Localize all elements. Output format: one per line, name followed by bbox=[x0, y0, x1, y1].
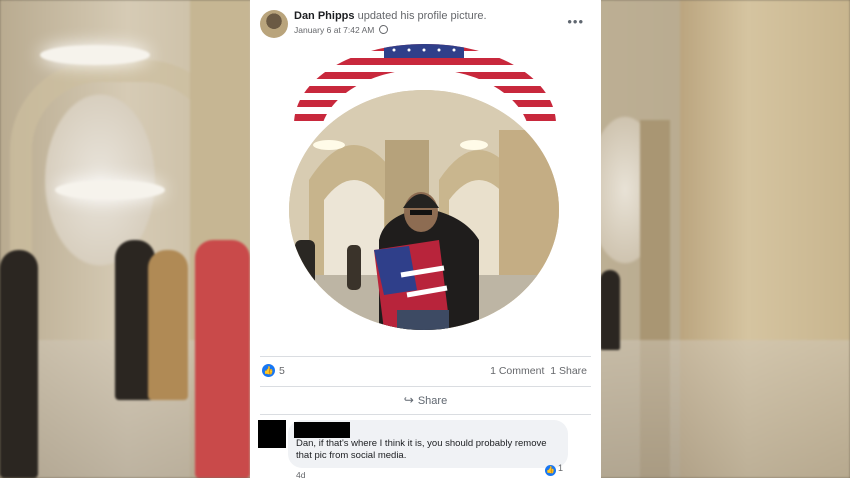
like-count[interactable]: 5 bbox=[279, 365, 285, 377]
more-options-icon[interactable]: ••• bbox=[567, 14, 584, 29]
commenter-avatar-redacted bbox=[258, 420, 286, 448]
author-line: Dan Phipps updated his profile picture. bbox=[294, 10, 487, 22]
divider bbox=[260, 386, 591, 387]
like-icon: 👍 bbox=[545, 465, 556, 476]
divider bbox=[260, 414, 591, 415]
facebook-post-card: Dan Phipps updated his profile picture. … bbox=[250, 0, 601, 478]
comment-share-counts: 1 Comment 1 Share bbox=[490, 365, 587, 377]
comment-like-count[interactable]: 👍 1 bbox=[545, 463, 563, 476]
share-label: Share bbox=[417, 395, 448, 407]
like-reaction-icon[interactable]: 👍 bbox=[262, 364, 275, 377]
divider bbox=[260, 356, 591, 357]
comment-like-number: 1 bbox=[558, 463, 564, 473]
comment-age[interactable]: 4d bbox=[296, 470, 305, 478]
post-header: Dan Phipps updated his profile picture. … bbox=[260, 8, 590, 38]
share-icon: ↪ bbox=[403, 393, 414, 407]
shares-count-link[interactable]: 1 Share bbox=[550, 365, 587, 377]
comment-text: Dan, if that's where I think it is, you … bbox=[296, 438, 547, 461]
post-action-text: updated his profile picture. bbox=[357, 10, 487, 22]
profile-photo-circle bbox=[289, 90, 559, 330]
share-button[interactable]: ↪ Share bbox=[260, 388, 591, 412]
author-avatar[interactable] bbox=[260, 10, 288, 38]
globe-icon bbox=[378, 25, 388, 34]
timestamp-text[interactable]: January 6 at 7:42 AM bbox=[294, 25, 374, 35]
reactions-bar: 👍 5 1 Comment 1 Share bbox=[260, 362, 591, 380]
commenter-name-redacted bbox=[294, 422, 350, 438]
comments-count-link[interactable]: 1 Comment bbox=[490, 365, 544, 377]
post-timestamp[interactable]: January 6 at 7:42 AM bbox=[294, 25, 388, 35]
profile-picture-image[interactable] bbox=[250, 42, 601, 352]
author-name[interactable]: Dan Phipps bbox=[294, 10, 355, 22]
